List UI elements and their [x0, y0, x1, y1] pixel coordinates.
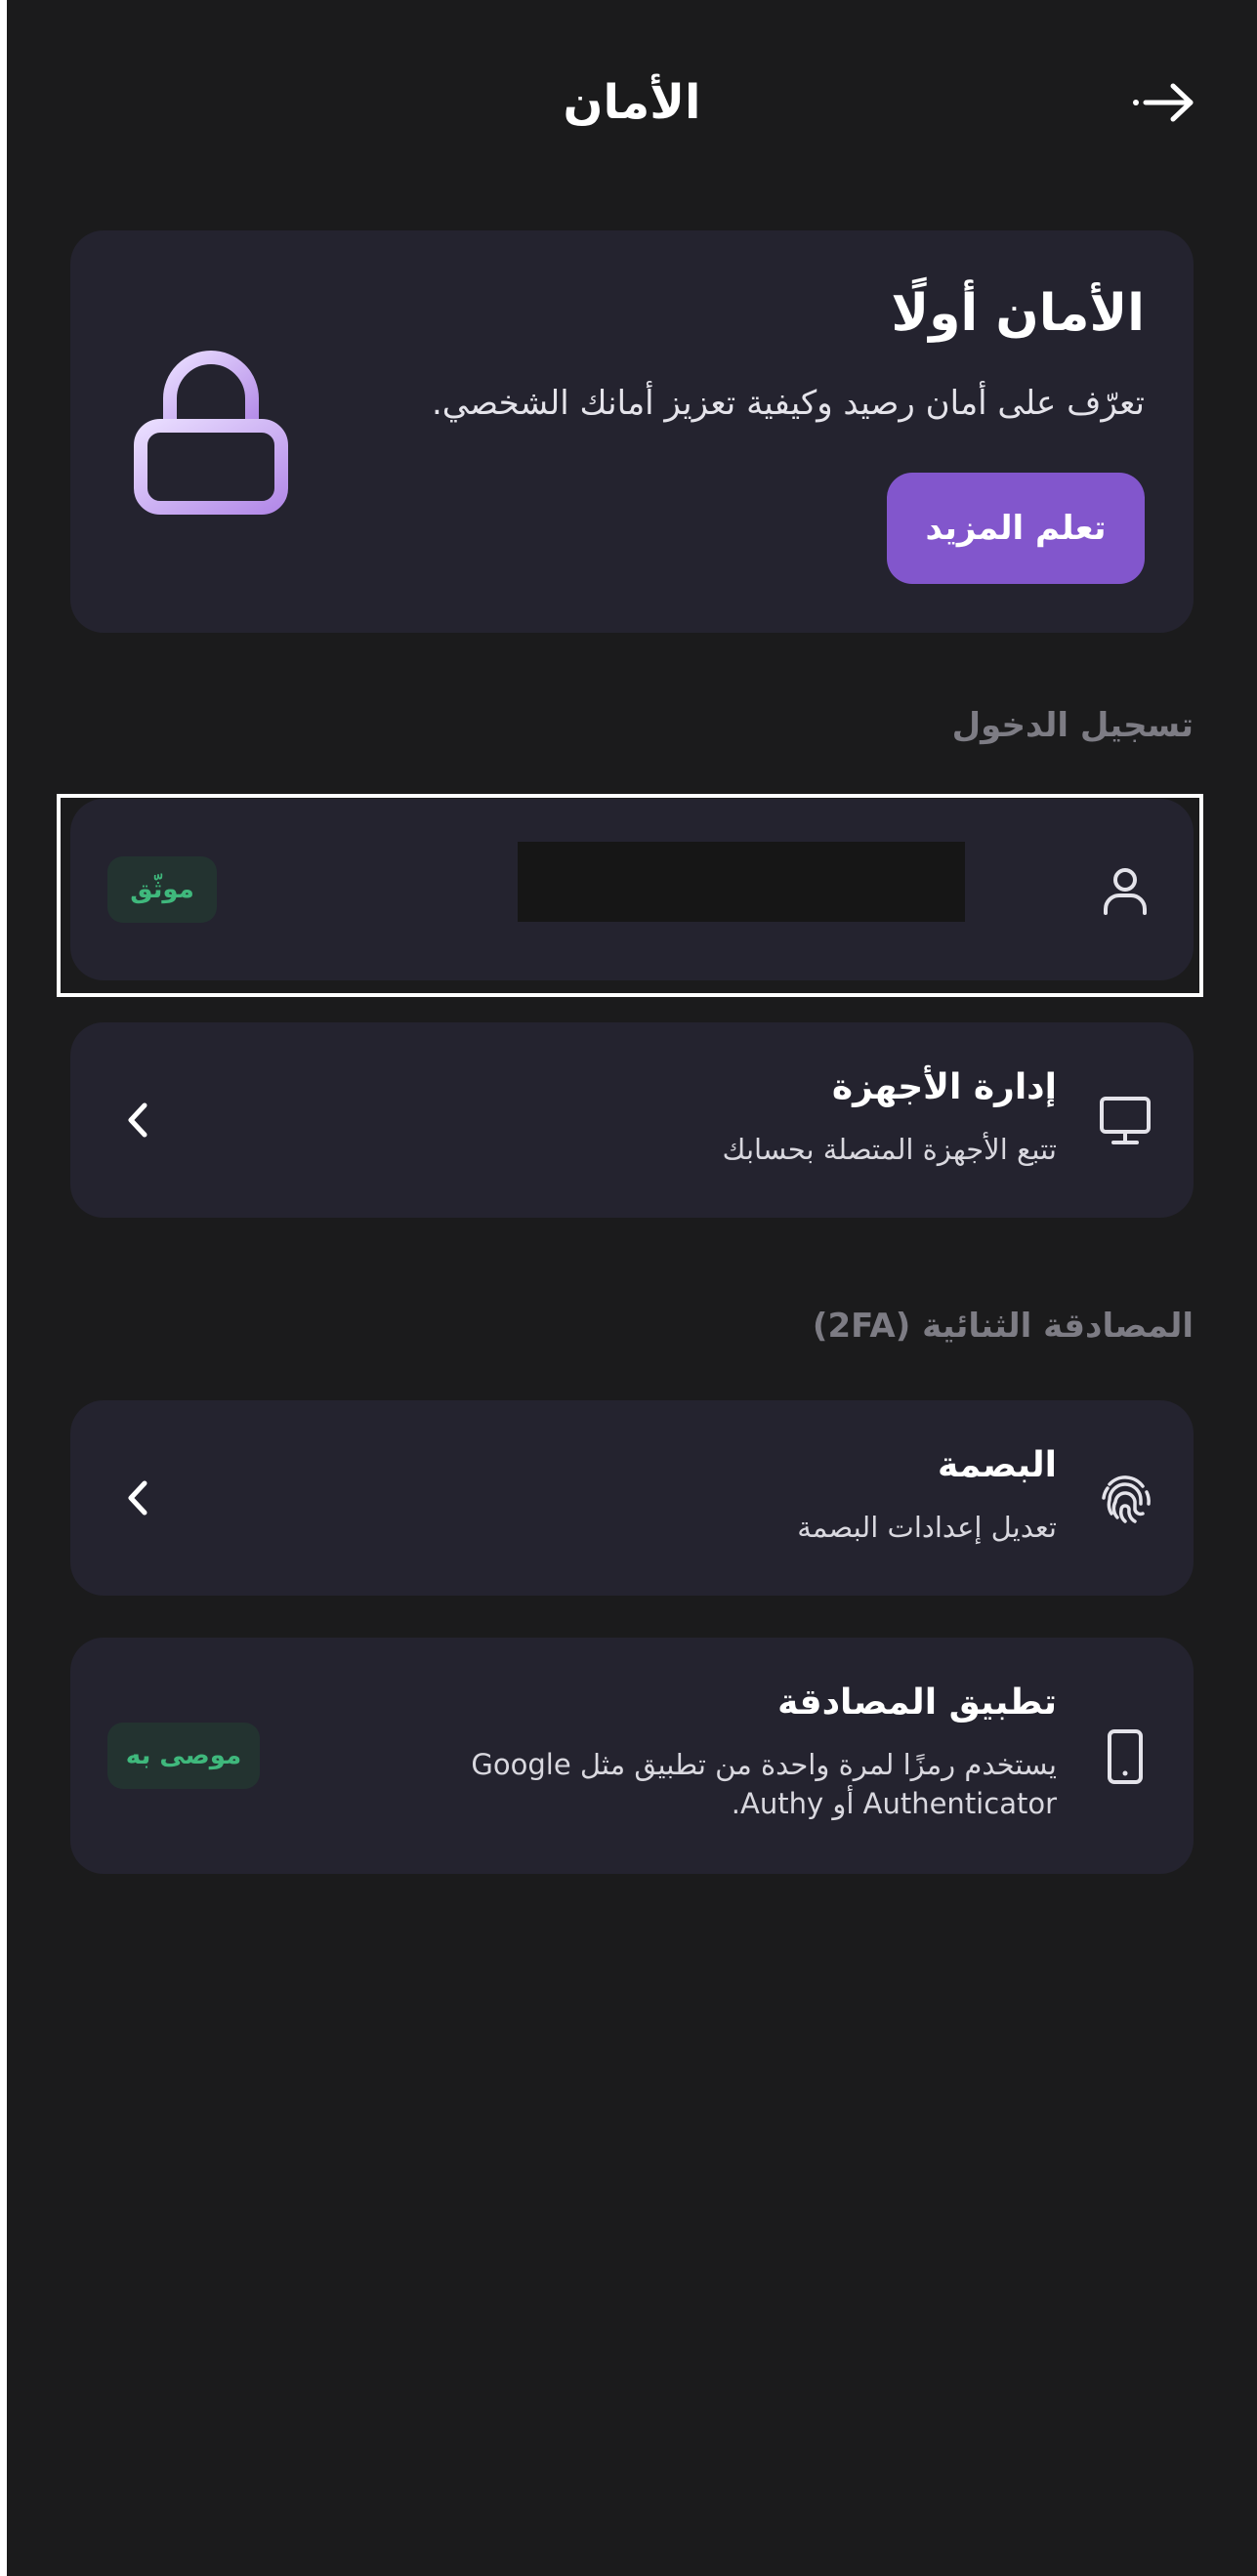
- chevron-left-icon: [128, 1480, 147, 1516]
- fingerprint-title: البصمة: [938, 1445, 1057, 1485]
- devices-subtitle: تتبع الأجهزة المتصلة بحسابك: [722, 1133, 1057, 1166]
- security-screen: الأمان الأمان أولًا تعرّف على أمان رصيد …: [7, 0, 1257, 2576]
- security-first-card: الأمان أولًا تعرّف على أمان رصيد وكيفية …: [70, 230, 1194, 633]
- hero-description: تعرّف على أمان رصيد وكيفية تعزيز أمانك ا…: [431, 384, 1145, 423]
- fingerprint-icon: [1102, 1475, 1151, 1523]
- recommended-badge: موصى به: [107, 1723, 260, 1789]
- twofa-section-title: المصادقة الثنائية (2FA): [812, 1307, 1194, 1346]
- authenticator-title: تطبيق المصادقة: [777, 1683, 1057, 1723]
- authenticator-app-item[interactable]: تطبيق المصادقة يستخدم رمزًا لمرة واحدة م…: [70, 1638, 1194, 1874]
- devices-title: إدارة الأجهزة: [831, 1067, 1057, 1107]
- focus-outline: [57, 794, 1203, 997]
- login-section-title: تسجيل الدخول: [951, 706, 1194, 745]
- page-title: الأمان: [563, 75, 701, 130]
- learn-more-button[interactable]: تعلم المزيد: [887, 473, 1145, 584]
- hero-title: الأمان أولًا: [891, 284, 1145, 343]
- back-button[interactable]: [1125, 68, 1203, 137]
- chevron-left-icon: [128, 1102, 147, 1138]
- lock-icon: [134, 351, 288, 515]
- device-management-item[interactable]: إدارة الأجهزة تتبع الأجهزة المتصلة بحساب…: [70, 1022, 1194, 1218]
- arrow-right-icon: [1133, 83, 1194, 122]
- authenticator-subtitle: يستخدم رمزًا لمرة واحدة من تطبيق مثل Goo…: [471, 1748, 1057, 1820]
- fingerprint-item[interactable]: البصمة تعديل إعدادات البصمة: [70, 1400, 1194, 1596]
- smartphone-icon: [1108, 1729, 1143, 1784]
- monitor-icon: [1100, 1097, 1151, 1144]
- screen-edge: [0, 0, 7, 2576]
- fingerprint-subtitle: تعديل إعدادات البصمة: [797, 1511, 1057, 1544]
